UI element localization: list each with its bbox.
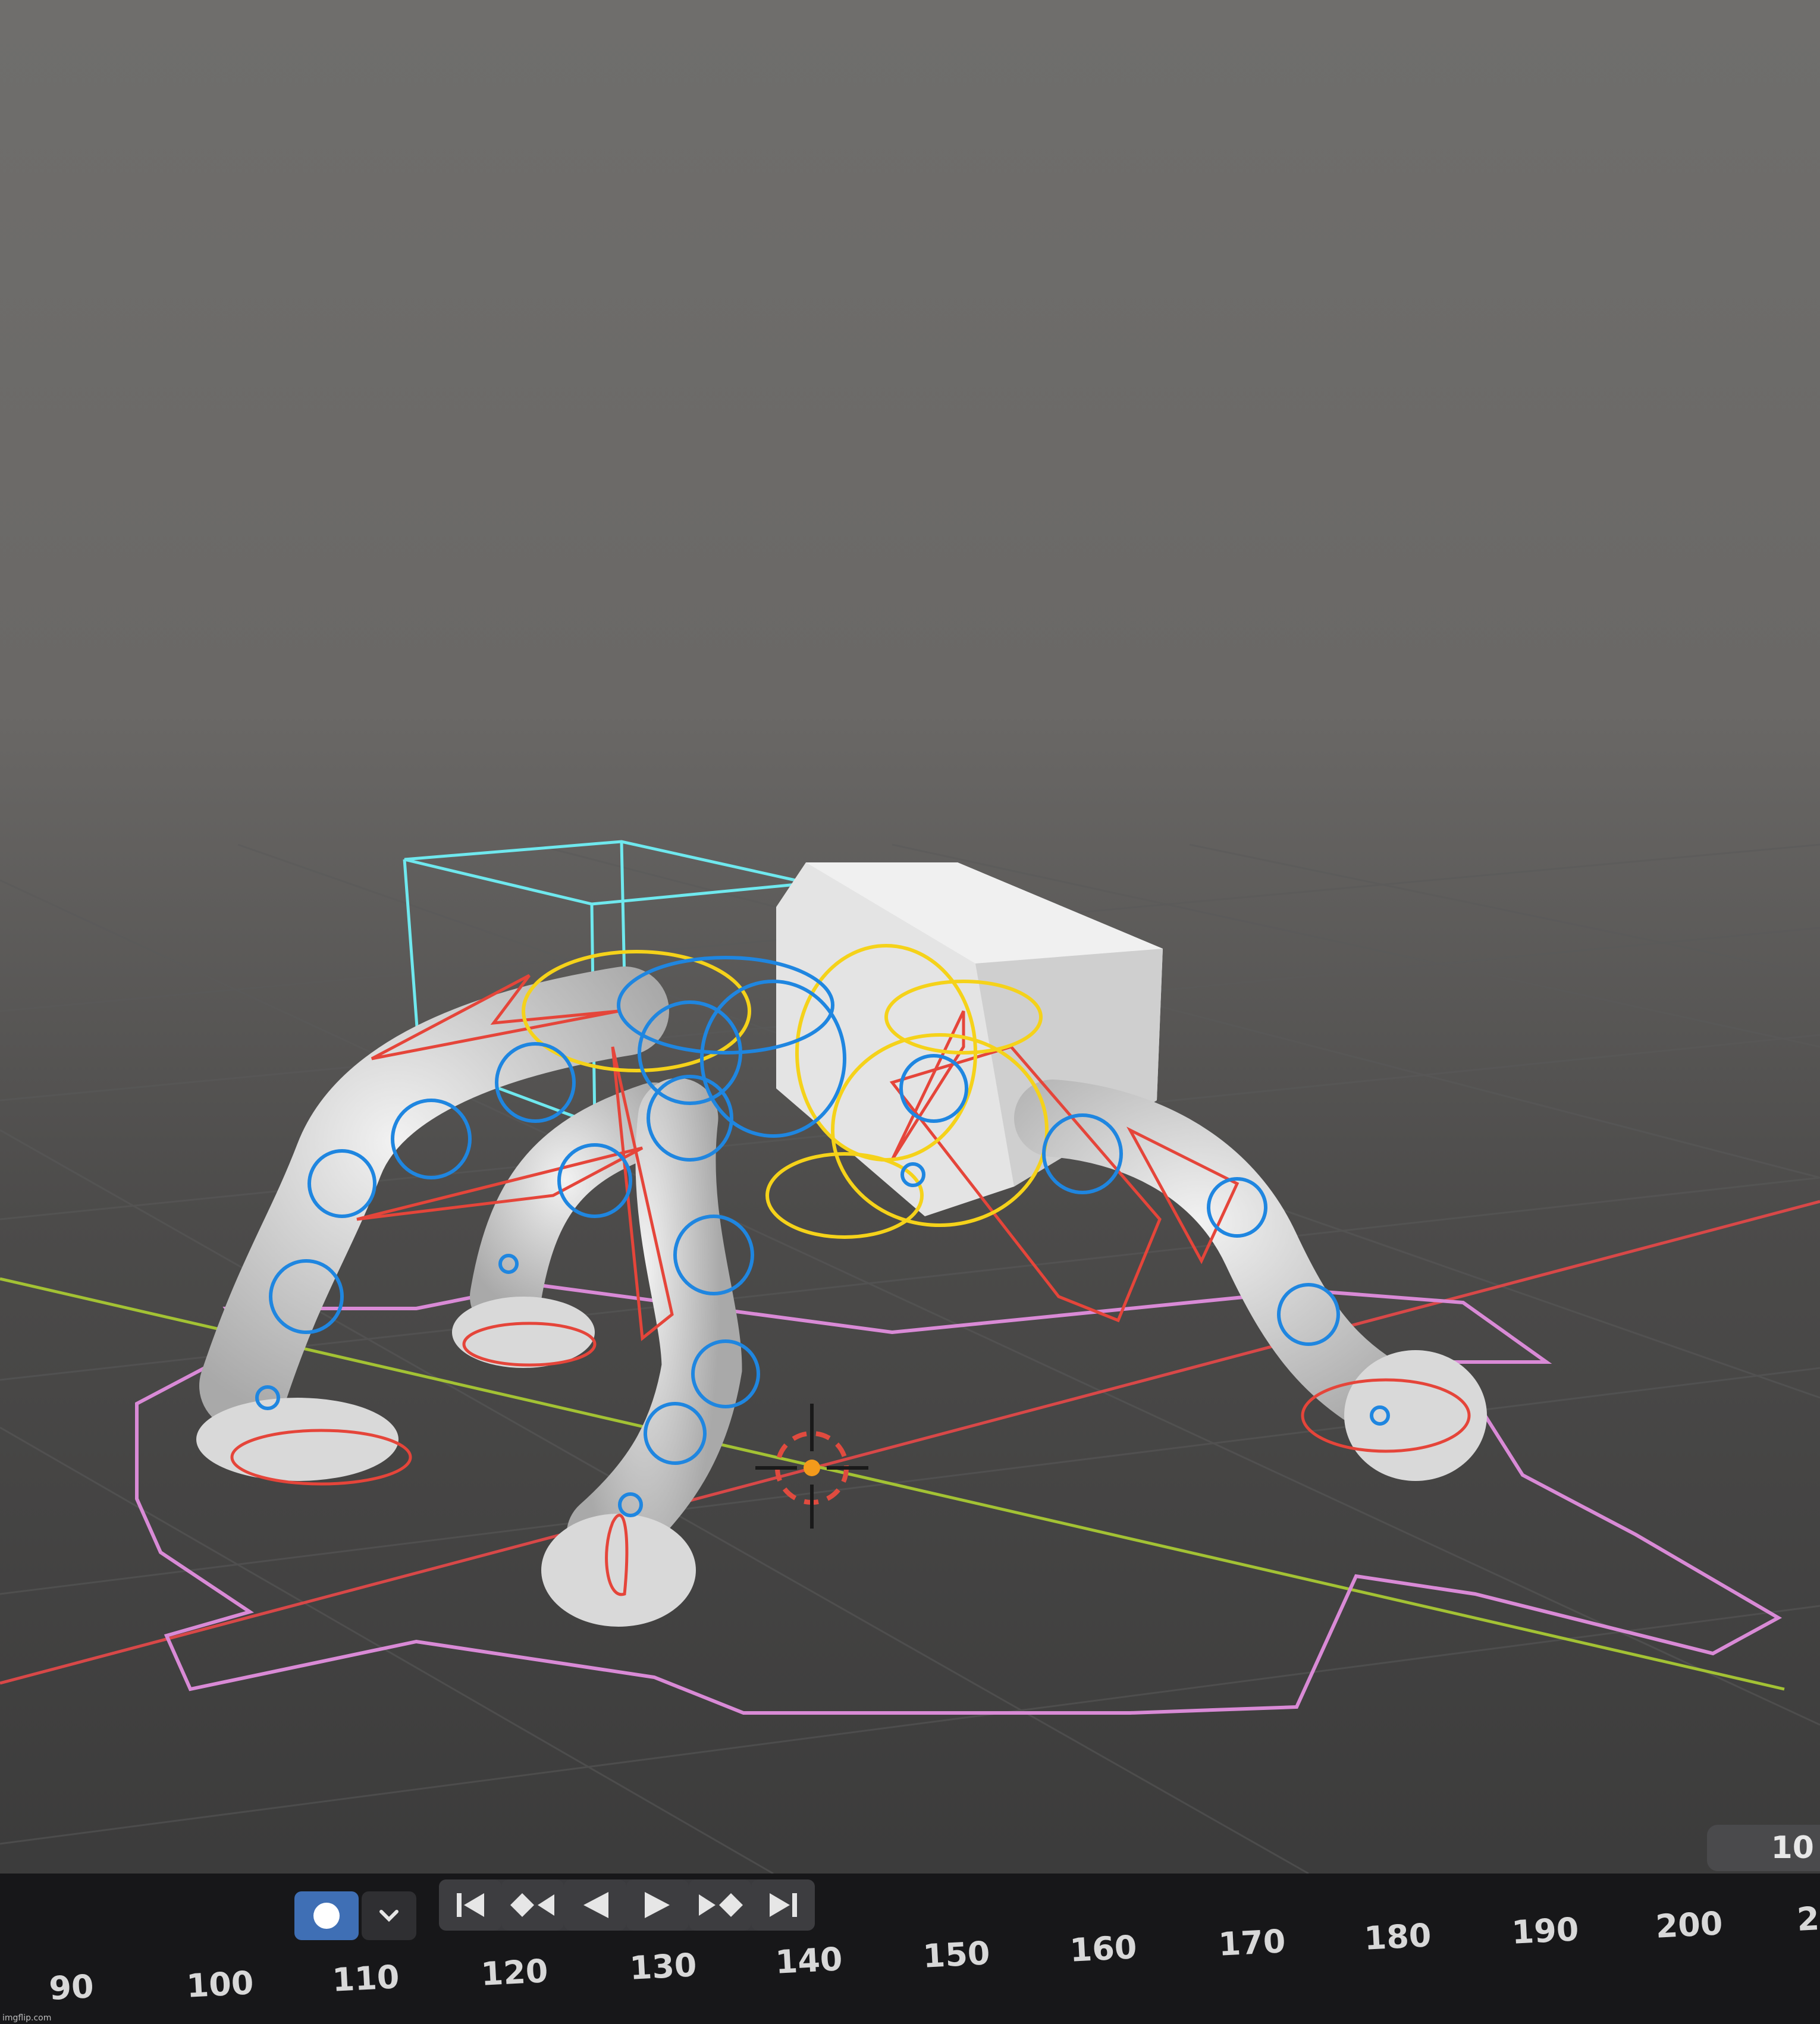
auto-keying-dropdown[interactable] <box>362 1891 416 1940</box>
play-icon <box>644 1892 670 1918</box>
ruler-label: 170 <box>1217 1922 1286 1963</box>
watermark: imgflip.com <box>2 2013 52 2023</box>
jump-to-end-button[interactable] <box>751 1879 815 1931</box>
ruler-label: 200 <box>1655 1904 1724 1945</box>
blender-window: 10 90 100 110 120 130 140 150 160 170 18… <box>0 0 1820 2024</box>
current-frame-field[interactable]: 10 <box>1707 1825 1820 1871</box>
play-reverse-button[interactable] <box>564 1879 626 1931</box>
ruler-label: 140 <box>774 1940 843 1981</box>
record-dot-icon <box>313 1903 340 1929</box>
next-keyframe-icon <box>698 1893 743 1917</box>
chevron-down-icon <box>379 1910 398 1922</box>
ruler-label: 130 <box>629 1946 698 1987</box>
ruler-label: 190 <box>1511 1910 1580 1951</box>
ruler-label: 180 <box>1363 1916 1432 1957</box>
ruler-label: 160 <box>1069 1928 1138 1969</box>
jump-end-icon <box>769 1893 797 1917</box>
previous-keyframe-button[interactable] <box>501 1879 564 1931</box>
ruler-label: 100 <box>186 1964 255 2005</box>
ruler-label: 110 <box>331 1958 400 1999</box>
ruler-label: 150 <box>922 1934 991 1975</box>
ruler-label: 2 <box>1796 1900 1820 1938</box>
jump-to-start-button[interactable] <box>439 1879 501 1931</box>
prev-keyframe-icon <box>510 1893 554 1917</box>
ruler-label: 90 <box>48 1967 95 2007</box>
playback-controls <box>439 1879 815 1931</box>
next-keyframe-button[interactable] <box>689 1879 751 1931</box>
3d-viewport[interactable] <box>0 0 1820 2024</box>
auto-keying-toggle[interactable] <box>294 1891 359 1940</box>
play-button[interactable] <box>626 1879 689 1931</box>
play-reverse-icon <box>583 1892 608 1918</box>
ruler-label: 120 <box>480 1952 549 1993</box>
jump-start-icon <box>456 1893 484 1917</box>
